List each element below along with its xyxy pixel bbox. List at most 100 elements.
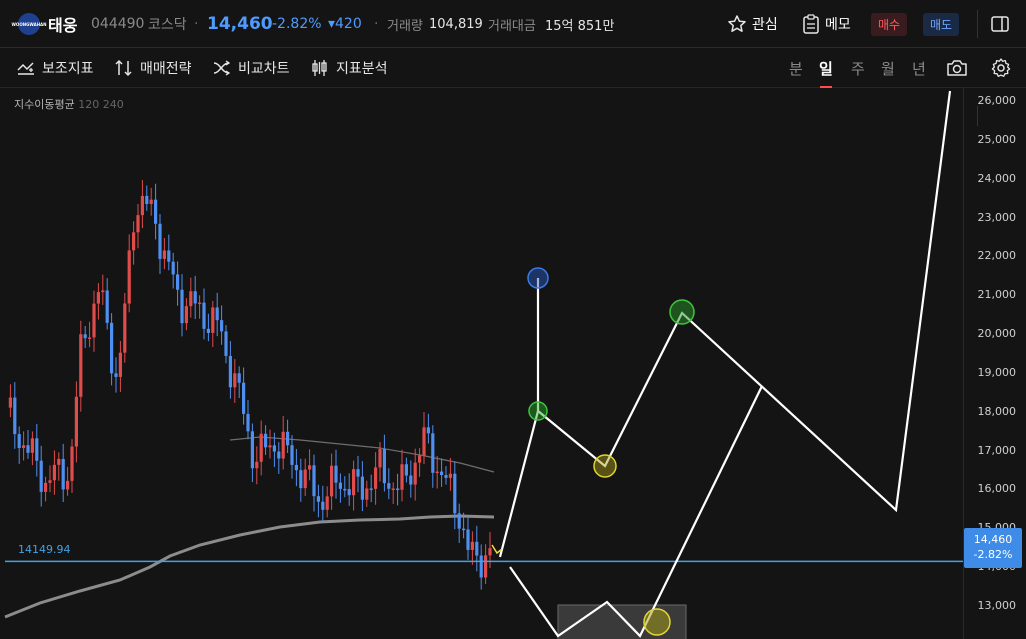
compare-label: 비교차트	[238, 61, 290, 77]
candle-body	[453, 473, 457, 514]
candle-body	[96, 292, 100, 304]
period-week[interactable]: 주	[851, 48, 865, 88]
current-price-tag: 14,460 -2.82%	[964, 528, 1022, 568]
period-minute[interactable]: 분	[789, 48, 803, 88]
candle-body	[272, 445, 276, 452]
screenshot-button[interactable]	[946, 48, 968, 88]
layout-toggle-button[interactable]	[990, 0, 1010, 48]
candle-body	[369, 488, 373, 490]
split-panel-icon	[991, 16, 1009, 32]
projection-path	[498, 90, 952, 558]
candle-body	[294, 464, 298, 471]
candle-body	[228, 355, 232, 388]
stock-logo: WOONGWAHAN	[12, 0, 46, 48]
y-tick-label: 18,000	[977, 404, 1017, 418]
candle-body	[448, 473, 452, 478]
settings-button[interactable]	[990, 48, 1012, 88]
y-tick-label: 20,000	[977, 327, 1017, 341]
price-chart[interactable]	[0, 88, 1026, 639]
volume-value: 104,819	[429, 16, 483, 32]
candle-body	[8, 397, 12, 408]
candle-body	[286, 431, 290, 446]
price-tag-change: -2.82%	[973, 548, 1013, 561]
candle-body	[365, 488, 369, 500]
candle-body	[347, 489, 351, 496]
candle-body	[426, 427, 430, 434]
period-year[interactable]: 년	[912, 48, 926, 88]
candle-body	[193, 291, 197, 304]
buy-label: 매수	[871, 12, 908, 36]
analysis-button[interactable]: 지표분석	[310, 48, 388, 88]
candle-body	[30, 438, 34, 453]
stock-name[interactable]: 태웅	[48, 0, 77, 48]
candle-body	[299, 470, 303, 489]
candle-body	[440, 471, 444, 476]
candle-body	[246, 413, 250, 432]
buy-button[interactable]: 매수	[871, 0, 908, 48]
sell-label: 매도	[923, 12, 960, 36]
candle-body	[250, 431, 254, 469]
y-tick-label: 24,000	[977, 171, 1017, 185]
candle-body	[470, 541, 474, 550]
candle-body	[184, 306, 188, 324]
candle-body	[360, 476, 364, 500]
candle-body	[268, 445, 272, 448]
candle-body	[48, 480, 52, 483]
chart-toolbar: 보조지표 매매전략 비교차트 지표분석 분 일 주 월 년	[0, 48, 1026, 126]
candle-body	[79, 334, 83, 397]
candle-body	[435, 471, 439, 474]
candle-body	[422, 427, 426, 456]
period-month[interactable]: 월	[881, 48, 895, 88]
separator-dot: ·	[194, 16, 199, 32]
candle-body	[396, 488, 400, 491]
candle-body	[466, 529, 470, 550]
y-tick-label: 25,000	[977, 132, 1017, 146]
candle-body	[52, 464, 56, 481]
candle-body	[488, 548, 492, 556]
y-tick-label: 17,000	[977, 443, 1017, 457]
candle-body	[22, 445, 26, 449]
green-marker	[669, 299, 695, 325]
candle-body	[180, 289, 184, 324]
candle-body	[92, 303, 96, 338]
period-day[interactable]: 일	[819, 48, 833, 88]
candle-body	[215, 307, 219, 321]
candle-body	[189, 291, 193, 307]
candle-body	[39, 460, 43, 492]
candle-body	[70, 446, 74, 481]
strategy-button[interactable]: 매매전략	[114, 48, 192, 88]
candle-body	[176, 274, 180, 290]
candle-body	[202, 302, 206, 329]
candle-body	[145, 195, 149, 204]
amount-value: 15억 851만	[545, 18, 615, 34]
compare-button[interactable]: 비교차트	[212, 48, 290, 88]
watchlist-button[interactable]: 관심	[727, 0, 778, 48]
candle-body	[61, 458, 65, 490]
candle-body	[431, 433, 435, 473]
stock-market: 코스닥	[148, 17, 187, 33]
price-tag-value: 14,460	[973, 533, 1013, 546]
candle-body	[303, 469, 307, 489]
sell-button[interactable]: 매도	[923, 0, 960, 48]
candle-body	[338, 482, 342, 489]
memo-button[interactable]: 메모	[802, 0, 851, 48]
candle-body	[26, 445, 30, 453]
ma-long-line	[4, 514, 495, 619]
indicators-label: 보조지표	[42, 61, 94, 77]
candle-body	[17, 434, 21, 449]
candle-body	[198, 302, 202, 305]
candle-body	[233, 373, 237, 388]
indicators-button[interactable]: 보조지표	[16, 48, 94, 88]
candle-body	[83, 334, 87, 339]
candle-body	[220, 320, 224, 332]
candle-body	[255, 461, 259, 469]
volume-label: 거래량	[387, 18, 423, 34]
candle-body	[374, 467, 378, 489]
y-tick-label: 16,000	[977, 482, 1017, 496]
candle-body	[290, 445, 294, 465]
indicator-icon	[17, 62, 34, 75]
candle-body	[259, 433, 263, 462]
candlestick-icon	[312, 60, 327, 76]
candle-body	[149, 199, 153, 204]
candle-body	[352, 469, 356, 496]
